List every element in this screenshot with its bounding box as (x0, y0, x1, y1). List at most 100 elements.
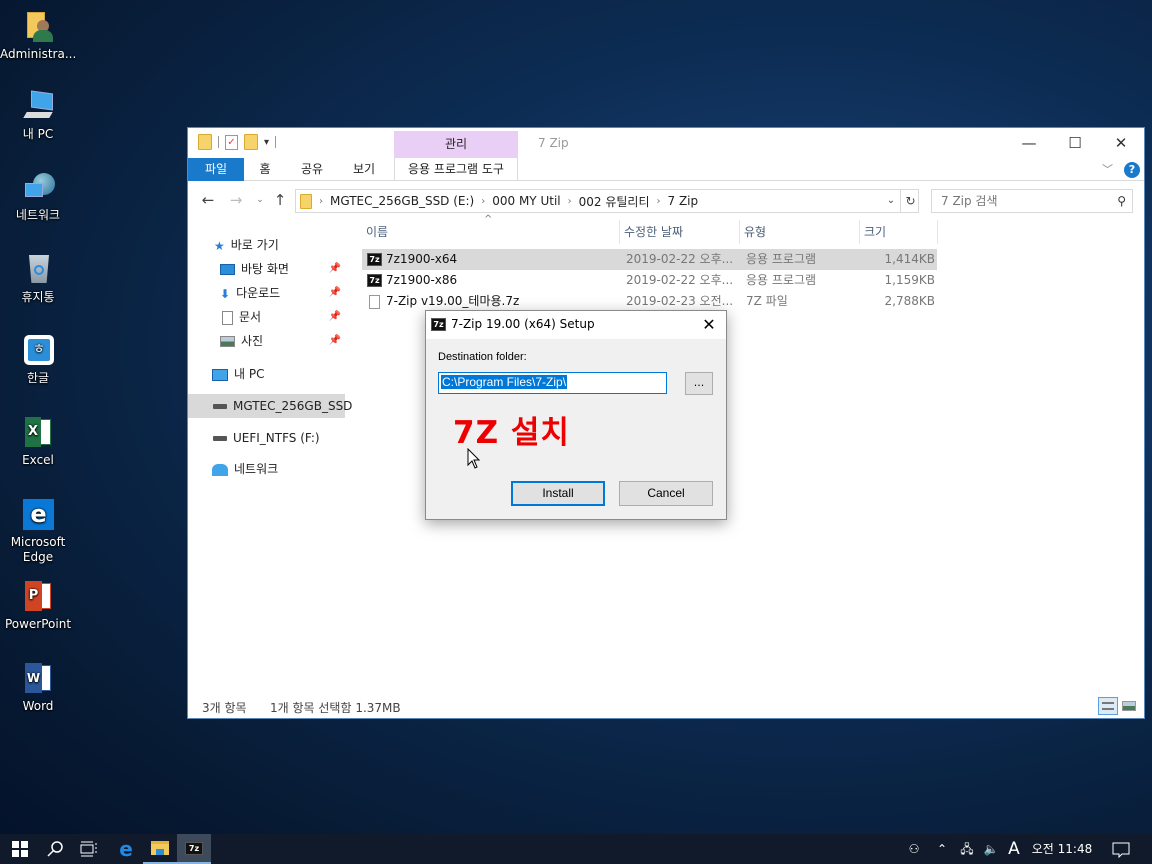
search-input[interactable]: 7 Zip 검색 ⚲ (931, 189, 1133, 213)
notification-icon (1112, 842, 1130, 858)
start-button[interactable] (3, 834, 37, 864)
desktop-icon-excel[interactable]: X Excel (0, 416, 76, 468)
browse-button[interactable]: ... (685, 372, 713, 395)
desktop-icon-edge[interactable]: e Microsoft Edge (0, 498, 76, 565)
file-row[interactable]: 7z 7z1900-x86 2019-02-22 오후... 응용 프로그램 1,… (362, 270, 937, 291)
destination-folder-input[interactable]: C:\Program Files\7-Zip\ (438, 372, 667, 394)
breadcrumb-folder[interactable]: 000 MY Util (492, 194, 560, 208)
edge-taskbar-button[interactable]: e (109, 834, 143, 864)
column-header-type[interactable]: 유형 (740, 220, 860, 244)
search-button[interactable] (38, 834, 72, 864)
desktop-icon-powerpoint[interactable]: P PowerPoint (0, 580, 76, 632)
dialog-title: 7-Zip 19.00 (x64) Setup (451, 317, 595, 331)
desktop-icon-label: Microsoft Edge (10, 535, 66, 564)
navigation-bar: ← → ⌄ ↑ › MGTEC_256GB_SSD (E:) › 000 MY … (188, 187, 1144, 215)
nav-quick-access[interactable]: ★ 바로 가기 (188, 233, 345, 257)
back-button[interactable]: ← (198, 191, 218, 209)
desktop-icon-network[interactable]: 네트워크 (0, 171, 76, 223)
search-placeholder: 7 Zip 검색 (941, 194, 998, 208)
input-method-indicator[interactable]: A (1004, 834, 1024, 864)
properties-icon[interactable]: ✓ (225, 134, 238, 150)
recycle-bin-icon (21, 253, 55, 287)
pin-icon[interactable]: 📌 (329, 257, 341, 281)
nav-downloads[interactable]: ⬇ 다운로드 📌 (188, 281, 345, 305)
dialog-title-bar: 7z 7-Zip 19.00 (x64) Setup ✕ (426, 311, 726, 339)
close-button[interactable]: ✕ (1098, 128, 1144, 158)
dialog-close-button[interactable]: ✕ (692, 311, 726, 339)
download-icon: ⬇ (220, 286, 231, 301)
column-header-modified[interactable]: 수정한 날짜 (620, 220, 740, 244)
help-icon[interactable]: ? (1124, 162, 1140, 178)
volume-icon[interactable]: 🔈 (980, 834, 1002, 864)
maximize-button[interactable]: ☐ (1052, 128, 1098, 158)
divider (218, 136, 219, 148)
tab-home[interactable]: 홈 (250, 158, 280, 181)
network-status-icon[interactable]: 🖧 (956, 834, 978, 864)
show-hidden-icons-button[interactable]: ⌃ (932, 834, 952, 864)
this-pc-icon (212, 368, 228, 381)
nav-desktop[interactable]: 바탕 화면 📌 (188, 257, 345, 281)
desktop-icon-recycle-bin[interactable]: 휴지통 (0, 253, 76, 305)
people-icon[interactable]: ⚇ (902, 834, 926, 864)
nav-drive-mgtec[interactable]: MGTEC_256GB_SSD (188, 394, 352, 418)
column-header-name[interactable]: 이름 (362, 220, 620, 244)
nav-documents[interactable]: 문서 📌 (188, 305, 345, 329)
desktop-icon-hangul[interactable]: ㅎ 한글 (0, 334, 76, 386)
chevron-right-icon: › (567, 195, 572, 207)
this-pc-icon (21, 90, 55, 124)
breadcrumb-folder[interactable]: 002 유틸리티 (579, 193, 650, 210)
expand-ribbon-icon[interactable]: ﹀ (1102, 161, 1113, 177)
folder-icon (198, 134, 212, 150)
address-bar[interactable]: › MGTEC_256GB_SSD (E:) › 000 MY Util › 0… (295, 189, 919, 213)
file-row[interactable]: 7z 7z1900-x64 2019-02-22 오후... 응용 프로그램 1,… (362, 249, 937, 270)
pictures-icon (220, 336, 235, 347)
nav-drive-uefi[interactable]: UEFI_NTFS (F:) (188, 426, 345, 450)
nav-this-pc[interactable]: 내 PC (188, 362, 345, 386)
breadcrumb-drive[interactable]: MGTEC_256GB_SSD (E:) (330, 194, 474, 208)
tab-share[interactable]: 공유 (292, 158, 332, 181)
minimize-button[interactable]: — (1006, 128, 1052, 158)
large-icons-view-icon (1122, 701, 1136, 711)
document-icon (222, 310, 233, 325)
desktop-icon-word[interactable]: W Word (0, 662, 76, 714)
pin-icon[interactable]: 📌 (329, 305, 341, 329)
install-button[interactable]: Install (511, 481, 605, 506)
column-header-size[interactable]: 크기 (860, 220, 938, 244)
7zip-taskbar-button[interactable]: 7z (177, 834, 211, 864)
pin-icon[interactable]: 📌 (329, 329, 341, 353)
edge-icon: e (119, 837, 133, 861)
desktop-icon-administrator[interactable]: Administra... (0, 10, 76, 62)
tab-file[interactable]: 파일 (188, 158, 244, 181)
desktop-icon-label: PowerPoint (4, 617, 72, 631)
7zip-icon: 7z (431, 318, 446, 331)
selection-info: 1개 항목 선택함 1.37MB (270, 701, 401, 715)
customize-toolbar-icon[interactable]: ▾ (264, 137, 269, 148)
nav-pictures[interactable]: 사진 📌 (188, 329, 345, 353)
action-center-button[interactable] (1106, 834, 1136, 864)
drive-icon (213, 436, 227, 441)
title-bar: ✓ ▾ 관리 7 Zip — ☐ ✕ (188, 128, 1144, 158)
desktop-icon-this-pc[interactable]: 내 PC (0, 90, 76, 142)
mouse-cursor-icon (467, 448, 481, 469)
folder-icon (151, 841, 169, 855)
up-button[interactable]: ↑ (270, 191, 290, 209)
tab-view[interactable]: 보기 (344, 158, 384, 181)
tab-application-tools[interactable]: 응용 프로그램 도구 (394, 158, 518, 181)
address-dropdown-icon[interactable]: ⌄ (883, 189, 899, 213)
breadcrumb-current[interactable]: 7 Zip (668, 194, 699, 208)
details-view-button[interactable] (1098, 697, 1118, 715)
clock[interactable]: 오전 11:48 (1028, 834, 1096, 864)
new-folder-icon[interactable] (244, 134, 258, 150)
file-row[interactable]: 7-Zip v19.00_테마용.7z 2019-02-23 오전... 7Z … (362, 291, 937, 312)
nav-network[interactable]: 네트워크 (188, 457, 345, 481)
file-explorer-taskbar-button[interactable] (143, 834, 177, 864)
refresh-button[interactable]: ↻ (900, 189, 920, 213)
pin-icon[interactable]: 📌 (329, 281, 341, 305)
task-view-button[interactable] (72, 834, 106, 864)
large-icons-view-button[interactable] (1120, 697, 1140, 715)
search-icon (47, 841, 63, 857)
cancel-button[interactable]: Cancel (619, 481, 713, 506)
forward-button[interactable]: → (226, 191, 246, 209)
recent-locations-icon[interactable]: ⌄ (250, 195, 270, 205)
item-count: 3개 항목 (202, 701, 247, 715)
